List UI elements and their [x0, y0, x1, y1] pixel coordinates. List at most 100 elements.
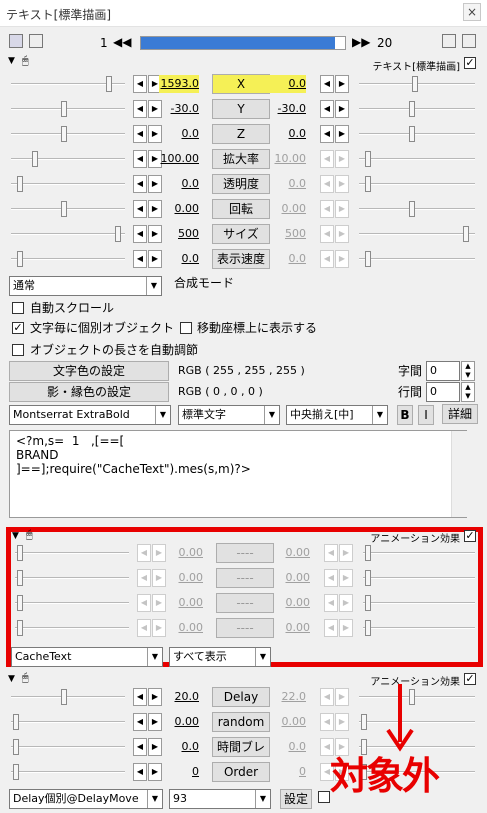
decrease-arrow[interactable]: ◀ — [133, 125, 147, 143]
params-slider[interactable] — [359, 250, 475, 268]
decrease-arrow[interactable]: ◀ — [137, 569, 151, 587]
anim2.rows-slider[interactable] — [11, 713, 125, 731]
anim1-enable-checkbox[interactable]: ✓ — [464, 530, 476, 542]
params-right-value[interactable]: 10.00 — [266, 150, 307, 168]
params-right-value[interactable]: 0.00 — [266, 200, 307, 218]
anim1.rows-slider[interactable] — [363, 619, 475, 637]
decrease-arrow[interactable]: ◀ — [320, 150, 334, 168]
anim2.rows-right-value[interactable]: 22.0 — [266, 688, 307, 706]
params-name-button[interactable]: 回転 — [212, 199, 270, 219]
slider-thumb[interactable] — [365, 176, 371, 192]
anim2-value-select[interactable]: 93 ▼ — [169, 789, 271, 809]
params-left-value[interactable]: 100.00 — [159, 150, 200, 168]
slider-thumb[interactable] — [365, 570, 371, 586]
slider-thumb[interactable] — [61, 101, 67, 117]
params-left-value[interactable]: 0.0 — [159, 175, 200, 193]
anim2.rows-name-button[interactable]: Order — [212, 762, 270, 782]
params-slider[interactable] — [11, 225, 125, 243]
anim2.rows-slider[interactable] — [11, 738, 125, 756]
anim1.rows-right-value[interactable]: 0.00 — [270, 569, 311, 587]
increase-arrow[interactable]: ▶ — [335, 688, 349, 706]
anim1-show-select[interactable]: すべて表示 ▼ — [169, 647, 271, 667]
anim2-extra-checkbox[interactable] — [318, 791, 330, 803]
decrease-arrow[interactable]: ◀ — [133, 738, 147, 756]
slider-thumb[interactable] — [13, 739, 19, 755]
slider-thumb[interactable] — [17, 545, 23, 561]
params-name-button[interactable]: サイズ — [212, 224, 270, 244]
anim1.rows-slider[interactable] — [15, 569, 129, 587]
anim1.rows-slider[interactable] — [15, 619, 129, 637]
params-slider[interactable] — [11, 100, 125, 118]
anim2.rows-left-value[interactable]: 20.0 — [159, 688, 200, 706]
params-left-value[interactable]: 1593.0 — [159, 75, 199, 93]
decrease-arrow[interactable]: ◀ — [324, 619, 338, 637]
increase-arrow[interactable]: ▶ — [335, 200, 349, 218]
decrease-arrow[interactable]: ◀ — [133, 225, 147, 243]
increase-arrow[interactable]: ▶ — [339, 594, 353, 612]
decrease-arrow[interactable]: ◀ — [133, 150, 147, 168]
slider-thumb[interactable] — [409, 126, 415, 142]
slider-thumb[interactable] — [412, 76, 418, 92]
increase-arrow[interactable]: ▶ — [335, 175, 349, 193]
slider-thumb[interactable] — [61, 126, 67, 142]
detail-button[interactable]: 詳細 — [442, 404, 478, 424]
forward-icon[interactable]: ▶▶ — [352, 35, 370, 51]
auto-length-checkbox[interactable] — [12, 344, 24, 356]
decrease-arrow[interactable]: ◀ — [324, 569, 338, 587]
anim1.rows-right-value[interactable]: 0.00 — [270, 619, 311, 637]
slider-thumb[interactable] — [17, 176, 23, 192]
collapse-icon[interactable]: ▼ — [12, 531, 19, 541]
grid-icon[interactable] — [29, 34, 43, 48]
decrease-arrow[interactable]: ◀ — [320, 688, 334, 706]
move-on-coord-checkbox[interactable] — [180, 322, 192, 334]
slider-thumb[interactable] — [61, 689, 67, 705]
slider-thumb[interactable] — [17, 620, 23, 636]
anim2-type-select[interactable]: Delay個別@DelayMove ▼ — [9, 789, 163, 809]
anim2.rows-right-value[interactable]: 0.00 — [266, 713, 307, 731]
params-left-value[interactable]: 500 — [159, 225, 199, 243]
decrease-arrow[interactable]: ◀ — [320, 713, 334, 731]
increase-arrow[interactable]: ▶ — [335, 100, 349, 118]
decrease-arrow[interactable]: ◀ — [133, 175, 147, 193]
timeline-bar[interactable] — [140, 36, 346, 50]
params-name-button[interactable]: 拡大率 — [212, 149, 270, 169]
decrease-arrow[interactable]: ◀ — [137, 619, 151, 637]
align-select[interactable]: 中央揃え[中] ▼ — [286, 405, 388, 425]
anim1.rows-name-button[interactable]: ---- — [216, 568, 274, 588]
section-enable-checkbox[interactable]: ✓ — [464, 57, 476, 69]
anim1.rows-name-button[interactable]: ---- — [216, 618, 274, 638]
decrease-arrow[interactable]: ◀ — [324, 594, 338, 612]
increase-arrow[interactable]: ▶ — [339, 569, 353, 587]
decrease-arrow[interactable]: ◀ — [133, 763, 147, 781]
params-slider[interactable] — [359, 200, 475, 218]
params-name-button[interactable]: 透明度 — [212, 174, 270, 194]
decrease-arrow[interactable]: ◀ — [133, 713, 147, 731]
decrease-arrow[interactable]: ◀ — [320, 75, 334, 93]
font-family-select[interactable]: Montserrat ExtraBold ▼ — [9, 405, 171, 425]
params-slider[interactable] — [359, 125, 475, 143]
char-spacing-spinner[interactable]: ▲ ▼ — [461, 361, 475, 381]
increase-arrow[interactable]: ▶ — [335, 75, 349, 93]
slider-thumb[interactable] — [106, 76, 112, 92]
decrease-arrow[interactable]: ◀ — [133, 250, 147, 268]
shadow-color-button[interactable]: 影・縁色の設定 — [9, 382, 169, 402]
params-right-value[interactable]: 0.0 — [266, 125, 307, 143]
anim2-enable-checkbox[interactable]: ✓ — [464, 673, 476, 685]
decrease-arrow[interactable]: ◀ — [137, 594, 151, 612]
anim1.rows-slider[interactable] — [363, 594, 475, 612]
params-right-value[interactable]: 500 — [266, 225, 306, 243]
rewind-icon[interactable]: ◀◀ — [113, 35, 131, 51]
increase-arrow[interactable]: ▶ — [335, 225, 349, 243]
decrease-arrow[interactable]: ◀ — [324, 544, 338, 562]
slider-thumb[interactable] — [361, 714, 367, 730]
anim1.rows-slider[interactable] — [363, 569, 475, 587]
slider-thumb[interactable] — [32, 151, 38, 167]
params-slider[interactable] — [11, 175, 125, 193]
increase-arrow[interactable]: ▶ — [335, 150, 349, 168]
params-slider[interactable] — [11, 125, 125, 143]
decrease-arrow[interactable]: ◀ — [320, 175, 334, 193]
anim2.rows-name-button[interactable]: random — [212, 712, 270, 732]
slider-thumb[interactable] — [61, 201, 67, 217]
anim2.rows-slider[interactable] — [11, 763, 125, 781]
decrease-arrow[interactable]: ◀ — [133, 688, 147, 706]
